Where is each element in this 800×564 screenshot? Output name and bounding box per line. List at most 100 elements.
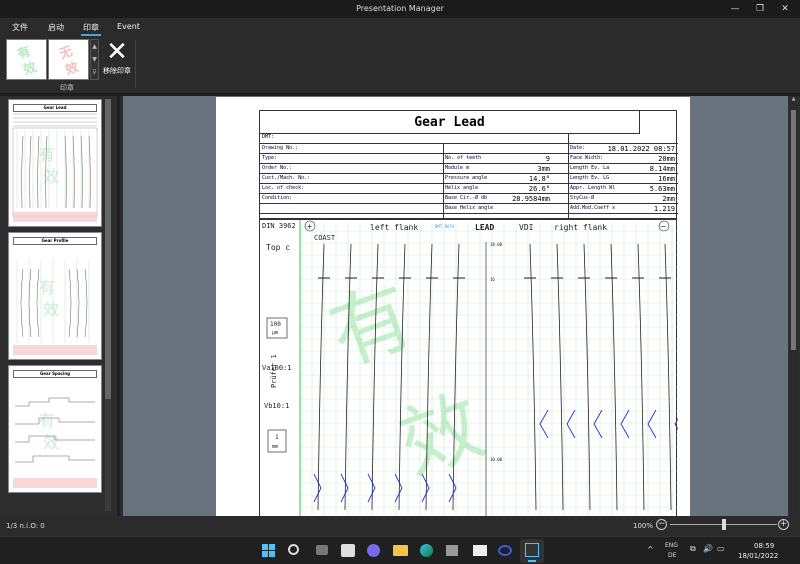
field-value: 16mm xyxy=(658,175,675,183)
scrollbar-thumb[interactable] xyxy=(105,99,111,399)
report-field-row: Order No.: Module m 3mm Length Ev. La 8.14mm xyxy=(260,164,678,174)
field-label: Face Width: xyxy=(570,155,604,161)
field-value: 28.9584mm xyxy=(512,195,550,203)
field-value: 5.63mm xyxy=(649,185,675,193)
field-value: 18.01.2022 08:57 xyxy=(607,145,675,153)
stamp-valid-thumbnail[interactable]: 有 效 xyxy=(6,39,47,80)
tick-label: 16 xyxy=(490,277,495,282)
remove-seal-button[interactable]: ✕ 移除印章 xyxy=(102,38,132,82)
scale-top-unit: µm xyxy=(272,330,278,336)
window-title: Presentation Manager xyxy=(356,4,444,13)
close-button[interactable]: ✕ xyxy=(772,0,798,18)
operator-label: Prüfer 1 xyxy=(270,354,278,388)
clock-date[interactable]: 18/01/2022 xyxy=(738,552,778,560)
field-label: Add.Mod.Coeff x xyxy=(570,205,616,211)
field-label: Appr. Length Wl xyxy=(570,185,616,191)
coast-label: COAST xyxy=(314,234,336,242)
svg-text:效: 效 xyxy=(43,167,59,186)
page-info: 1/3 n.i.O: 0 xyxy=(6,522,45,530)
left-flank-trace xyxy=(398,243,406,511)
app-icon[interactable] xyxy=(446,545,458,556)
zoom-in-button[interactable]: + xyxy=(778,519,789,530)
app-icon[interactable] xyxy=(498,545,512,556)
field-label: Length Ev. La xyxy=(570,165,610,171)
watermark-char: 有 xyxy=(318,268,425,383)
menu-seal[interactable]: 印章 xyxy=(81,22,101,36)
edge-browser-icon[interactable] xyxy=(420,544,433,557)
menu-event[interactable]: Event xyxy=(117,22,140,31)
page-thumbnails-panel: Gear Lead 有 效 Gear Profile 有 效 Gear Spac… xyxy=(0,96,117,516)
right-flank-marker xyxy=(620,409,630,439)
search-icon[interactable] xyxy=(288,544,299,555)
svg-text:效: 效 xyxy=(43,433,59,452)
start-icon[interactable] xyxy=(262,544,275,557)
volume-icon[interactable]: 🔊 xyxy=(703,544,713,553)
zoom-out-button[interactable]: − xyxy=(656,519,667,530)
battery-icon[interactable]: ▭ xyxy=(717,544,725,553)
plus-label: + xyxy=(307,222,312,231)
left-flank-marker xyxy=(367,473,376,503)
note-label: DMT DATA xyxy=(435,224,455,229)
right-flank-label: right flank xyxy=(554,223,607,232)
viewer-scrollbar[interactable]: ▲ xyxy=(790,96,797,516)
svg-text:有: 有 xyxy=(39,145,55,164)
page-thumbnail-3[interactable]: Gear Spacing 有 效 xyxy=(8,365,102,493)
report-page: Gear Lead DMT: Drawing No.: Date: 18.01.20… xyxy=(216,97,690,517)
language-bottom[interactable]: DE xyxy=(668,552,676,559)
zoom-level: 100% xyxy=(633,522,654,530)
report-field-row: Condition: Base Cir.-Ø db 28.9584mm StyCus-… xyxy=(260,194,678,204)
right-flank-marker xyxy=(593,409,603,439)
left-flank-marker xyxy=(313,473,322,503)
taskbar: ^ ENG DE ⧉ 🔊 ▭ 08:59 18/01/2022 xyxy=(0,536,800,564)
minimize-button[interactable]: — xyxy=(722,0,748,18)
gallery-down-icon[interactable]: ▼ xyxy=(91,53,98,66)
right-flank-marker xyxy=(647,409,657,439)
language-top[interactable]: ENG xyxy=(665,542,678,549)
field-label: StyCus-Ø xyxy=(570,195,595,201)
title-bar: Presentation Manager — ❐ ✕ xyxy=(0,0,800,18)
zoom-slider-thumb[interactable] xyxy=(721,519,726,530)
vb-label: Vb10:1 xyxy=(264,402,289,410)
thumbnails-scrollbar[interactable] xyxy=(105,99,111,511)
presentation-manager-icon xyxy=(525,543,539,557)
field-value: 9 xyxy=(545,155,550,163)
vdi-label: VDI xyxy=(519,223,534,232)
tray-overflow-icon[interactable]: ^ xyxy=(647,545,654,554)
dmt-label: DMT: xyxy=(262,134,275,140)
right-flank-trace xyxy=(556,243,564,511)
network-icon[interactable]: ⧉ xyxy=(690,544,696,554)
left-flank-trace xyxy=(317,243,325,511)
page-thumbnail-1[interactable]: Gear Lead 有 效 xyxy=(8,99,102,227)
field-label: Drawing No.: xyxy=(262,145,299,151)
task-view-icon[interactable] xyxy=(316,545,328,555)
gallery-scroll-buttons[interactable]: ▲ ▼ ⊽ xyxy=(90,39,99,80)
lead-label: LEAD xyxy=(475,223,494,232)
right-flank-trace xyxy=(664,243,672,511)
ribbon-separator xyxy=(135,40,136,88)
menu-file[interactable]: 文件 xyxy=(12,22,28,33)
page-thumbnail-2[interactable]: Gear Profile 有 效 xyxy=(8,232,102,360)
top-label: Top c xyxy=(266,243,290,252)
widgets-icon[interactable] xyxy=(341,544,355,557)
field-label: Pressure angle xyxy=(445,175,488,181)
menu-start[interactable]: 启动 xyxy=(48,22,64,33)
maximize-button[interactable]: ❐ xyxy=(747,0,773,18)
right-flank-trace xyxy=(637,243,645,511)
right-flank-trace xyxy=(583,243,591,511)
teams-chat-icon[interactable] xyxy=(367,544,380,557)
gallery-up-icon[interactable]: ▲ xyxy=(91,40,98,53)
file-explorer-icon[interactable] xyxy=(393,545,408,556)
htb-app-icon[interactable] xyxy=(473,545,487,556)
stamp-invalid-thumbnail[interactable]: 无 效 xyxy=(48,39,89,80)
clock-time[interactable]: 08:59 xyxy=(754,542,774,550)
scrollbar-thumb[interactable] xyxy=(791,110,796,350)
gallery-expand-icon[interactable]: ⊽ xyxy=(91,66,98,79)
ribbon-group-label: 印章 xyxy=(60,84,74,92)
status-bar: 1/3 n.i.O: 0 100% − + xyxy=(0,516,800,536)
presentation-manager-taskbar-button[interactable] xyxy=(520,539,544,563)
scroll-up-icon[interactable]: ▲ xyxy=(790,96,797,104)
right-flank-marker xyxy=(674,417,678,431)
right-flank-marker xyxy=(539,409,549,439)
tick-label: 18.00 xyxy=(490,242,503,247)
field-label: No. of teeth xyxy=(445,155,482,161)
